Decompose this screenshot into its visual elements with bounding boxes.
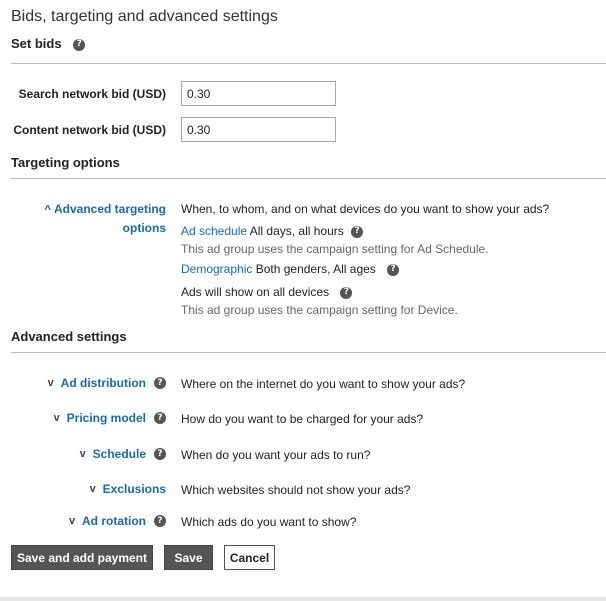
ad-schedule-value: All days, all hours bbox=[249, 224, 344, 238]
bottom-scroll-bar bbox=[0, 597, 606, 601]
demographic-link[interactable]: Demographic bbox=[181, 262, 252, 276]
set-bids-help-icon[interactable]: ? bbox=[73, 38, 86, 51]
ad-distribution-desc: Where on the internet do you want to sho… bbox=[181, 377, 466, 391]
ad-schedule-line: Ad schedule All days, all hours ? bbox=[181, 224, 364, 238]
devices-line: Ads will show on all devices ? bbox=[181, 285, 353, 299]
chevron-down-icon: v bbox=[53, 412, 60, 424]
search-bid-label: Search network bid (USD) bbox=[18, 87, 166, 101]
targeting-title: Targeting options bbox=[11, 155, 120, 170]
set-bids-divider bbox=[11, 63, 606, 64]
ad-distribution-label: Ad distribution bbox=[60, 376, 146, 390]
chevron-down-icon: v bbox=[47, 377, 54, 389]
save-and-add-payment-button[interactable]: Save and add payment bbox=[11, 545, 153, 570]
search-bid-input[interactable] bbox=[181, 81, 336, 106]
chevron-up-icon: ^ bbox=[44, 204, 51, 216]
ad-distribution-toggle[interactable]: v Ad distribution ? bbox=[48, 376, 166, 390]
chevron-down-icon: v bbox=[79, 448, 86, 460]
ad-distribution-help-icon[interactable]: ? bbox=[154, 377, 166, 389]
save-button[interactable]: Save bbox=[164, 545, 213, 570]
ad-schedule-help-icon[interactable]: ? bbox=[351, 225, 364, 238]
advanced-targeting-label-line2: options bbox=[122, 221, 166, 235]
ad-rotation-toggle[interactable]: v Ad rotation ? bbox=[69, 514, 166, 528]
ad-rotation-desc: Which ads do you want to show? bbox=[181, 515, 357, 529]
chevron-down-icon: v bbox=[69, 515, 76, 527]
content-bid-input[interactable] bbox=[181, 117, 336, 142]
pricing-model-label: Pricing model bbox=[66, 411, 146, 425]
set-bids-title: Set bids bbox=[11, 36, 62, 51]
exclusions-label: Exclusions bbox=[102, 482, 166, 496]
exclusions-toggle[interactable]: v Exclusions bbox=[90, 482, 166, 496]
advanced-targeting-label-line1: Advanced targeting bbox=[53, 202, 166, 216]
advanced-settings-title: Advanced settings bbox=[11, 329, 127, 344]
exclusions-desc: Which websites should not show your ads? bbox=[181, 483, 411, 497]
ad-schedule-note: This ad group uses the campaign setting … bbox=[181, 242, 489, 256]
ad-schedule-link[interactable]: Ad schedule bbox=[181, 224, 247, 238]
devices-help-icon[interactable]: ? bbox=[340, 286, 353, 299]
demographic-help-icon[interactable]: ? bbox=[387, 263, 400, 276]
ad-rotation-label: Ad rotation bbox=[82, 514, 146, 528]
schedule-toggle[interactable]: v Schedule ? bbox=[80, 447, 166, 461]
page-title: Bids, targeting and advanced settings bbox=[11, 8, 278, 25]
content-bid-label: Content network bid (USD) bbox=[13, 123, 166, 137]
chevron-down-icon: v bbox=[89, 483, 96, 495]
schedule-help-icon[interactable]: ? bbox=[154, 448, 166, 460]
ad-rotation-help-icon[interactable]: ? bbox=[154, 515, 166, 527]
advanced-settings-divider bbox=[11, 352, 606, 353]
devices-text: Ads will show on all devices bbox=[181, 285, 330, 299]
schedule-desc: When do you want your ads to run? bbox=[181, 448, 371, 462]
targeting-question: When, to whom, and on what devices do yo… bbox=[181, 202, 550, 216]
demographic-line: Demographic Both genders, All ages ? bbox=[181, 262, 400, 276]
pricing-model-toggle[interactable]: v Pricing model ? bbox=[54, 411, 166, 425]
demographic-value: Both genders, All ages bbox=[255, 262, 376, 276]
pricing-model-desc: How do you want to be charged for your a… bbox=[181, 412, 424, 426]
schedule-label: Schedule bbox=[92, 447, 146, 461]
cancel-button[interactable]: Cancel bbox=[224, 545, 275, 570]
set-bids-heading: Set bids ? bbox=[11, 36, 86, 51]
targeting-divider bbox=[11, 178, 606, 179]
advanced-targeting-toggle[interactable]: ^ Advanced targeting options bbox=[41, 200, 166, 237]
devices-note: This ad group uses the campaign setting … bbox=[181, 303, 458, 317]
pricing-model-help-icon[interactable]: ? bbox=[154, 412, 166, 424]
